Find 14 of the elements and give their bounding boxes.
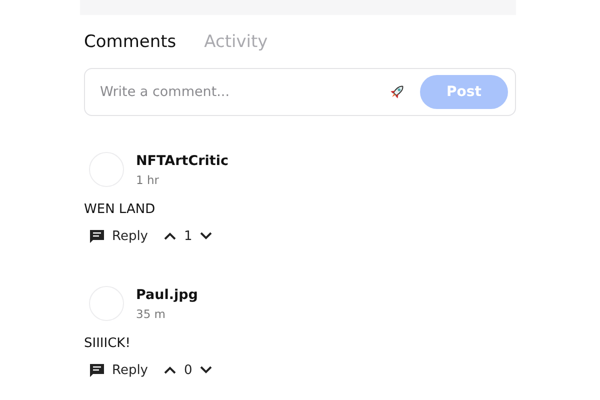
author-name[interactable]: NFTArtCritic (136, 152, 229, 168)
comment-icon (89, 362, 105, 378)
comment-text: SIIIICK! (84, 336, 132, 351)
vote-count: 0 (184, 362, 192, 378)
vote-count: 1 (184, 228, 192, 244)
comment-time: 35 m (136, 306, 166, 320)
reply-button[interactable]: Reply (89, 362, 148, 378)
reply-button[interactable]: Reply (89, 228, 148, 244)
comment-text: WEN LAND (84, 202, 156, 217)
comment-icon (89, 228, 105, 244)
author-name[interactable]: Paul.jpg (136, 286, 198, 302)
comment-time: 1 hr (136, 172, 160, 186)
tab[interactable]: Comments (84, 31, 176, 53)
rocket-icon[interactable] (388, 83, 406, 101)
